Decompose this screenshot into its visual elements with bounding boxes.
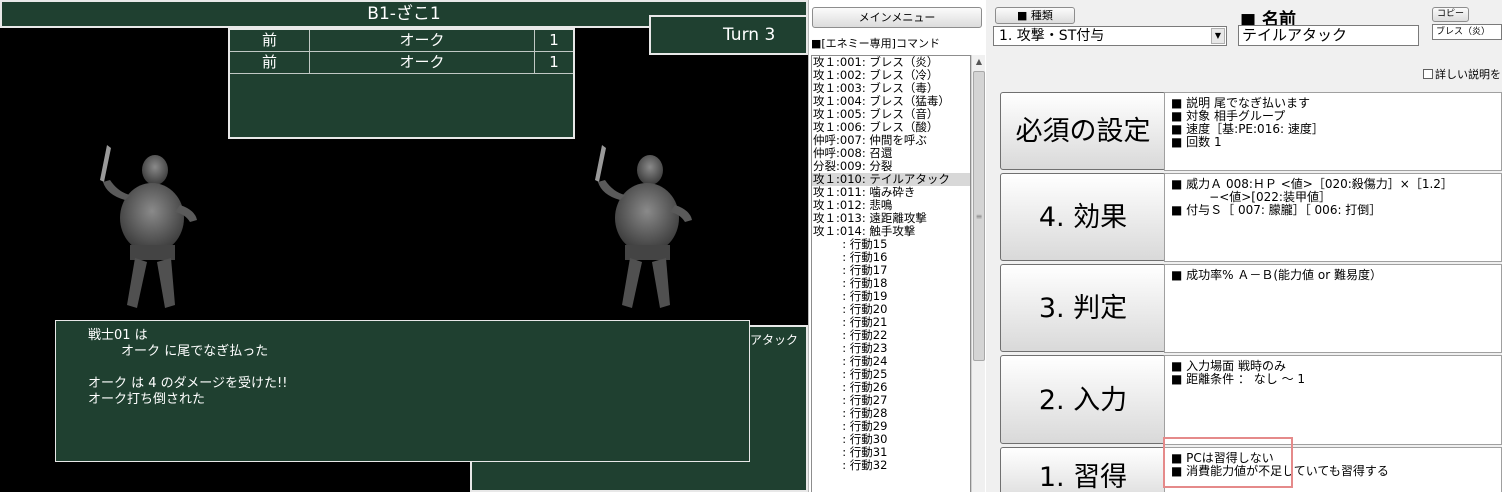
enemy-count: 1 <box>549 53 559 71</box>
message-line: 戦士01 は <box>88 328 148 343</box>
name-input[interactable]: テイルアタック <box>1238 25 1419 46</box>
command-listbox[interactable]: 攻１:001: ブレス（炎） 攻１:002: ブレス（冷） 攻１:003: ブレス（… <box>811 55 971 492</box>
input-button[interactable]: 2. 入力 <box>1000 355 1166 444</box>
section-detail-panel[interactable]: ■ 成功率% Ａ－Ｂ(能力値 or 難易度） <box>1164 264 1502 353</box>
scroll-thumb[interactable]: ≡ <box>973 71 985 361</box>
scroll-up-icon[interactable]: ▲ <box>972 55 986 69</box>
orc-sprite <box>595 145 692 308</box>
highlight-annotation <box>1163 437 1293 488</box>
detail-description-label: 詳しい説明を <box>1435 68 1501 81</box>
message-line: オーク打ち倒された <box>88 392 206 407</box>
enemy-row: 前 オーク 1 <box>230 30 573 52</box>
checkbox-icon[interactable] <box>1423 69 1433 79</box>
copy-button[interactable]: コピー <box>1432 7 1469 22</box>
enemy-count: 1 <box>549 31 559 49</box>
section-detail-panel[interactable]: ■ 威力Ａ 008:ＨＰ <値>［020:殺傷力］×［1.2］ −<値>[022… <box>1164 173 1502 262</box>
section-detail-line: ■ 成功率% Ａ－Ｂ(能力値 or 難易度） <box>1171 268 1382 282</box>
effect-button[interactable]: 4. 効果 <box>1000 173 1166 261</box>
kind-button[interactable]: ■ 種類 <box>995 7 1075 24</box>
enemy-position: 前 <box>230 30 310 51</box>
battle-message-window: 戦士01 は オーク に尾でなぎ払った オーク は 4 のダメージを受けた!! … <box>55 320 750 462</box>
message-line <box>88 360 749 376</box>
section-detail-panel[interactable]: ■ 入力場面 戦時のみ ■ 距離条件 ： なし ～ 1 <box>1164 355 1502 445</box>
enemy-position: 前 <box>230 52 310 73</box>
enemy-name: オーク <box>310 30 535 51</box>
section-detail-line: ■ 付与Ｓ［ 007: 朦朧］［ 006: 打倒］ <box>1171 203 1382 217</box>
command-list-caption: ■[エネミー専用]コマンド <box>811 37 940 50</box>
orc-sprite <box>100 145 197 308</box>
message-line: オーク に尾でなぎ払った <box>88 344 269 359</box>
section-detail-line: ■ 回数 1 <box>1171 135 1222 149</box>
battle-screen: B1-ざこ1 前 オーク 1 前 オーク 1 Turn 3 ルアタック 戦士01… <box>0 0 808 492</box>
message-line: オーク は 4 のダメージを受けた!! <box>88 376 288 391</box>
copy-source-select[interactable]: ブレス（炎） <box>1432 24 1502 40</box>
enemy-row: 前 オーク 1 <box>230 52 573 74</box>
section-detail-line: ■ 距離条件 ： なし ～ 1 <box>1171 372 1306 386</box>
chevron-down-icon[interactable]: ▼ <box>1211 28 1225 44</box>
learning-button[interactable]: 1. 習得 <box>1000 447 1166 492</box>
enemy-name: オーク <box>310 52 535 73</box>
command-editor: ■ 種類 1. 攻撃・ST付与 ▼ ■ 名前 テイルアタック コピー ブレス（炎… <box>986 0 1502 492</box>
judgement-button[interactable]: 3. 判定 <box>1000 264 1166 352</box>
command-list-scrollbar[interactable]: ▲ ≡ <box>971 55 985 492</box>
turn-counter: Turn 3 <box>649 15 808 55</box>
kind-select-value: 1. 攻撃・ST付与 <box>999 28 1105 44</box>
main-menu-button[interactable]: メインメニュー <box>812 7 982 28</box>
detail-description-checkbox[interactable]: 詳しい説明を <box>1423 66 1501 82</box>
kind-select[interactable]: 1. 攻撃・ST付与 ▼ <box>993 26 1227 46</box>
required-settings-button[interactable]: 必須の設定 <box>1000 92 1166 170</box>
section-detail-panel[interactable]: ■ 説明 尾でなぎ払います ■ 対象 相手グループ ■ 速度［基:PE:016: 速… <box>1164 92 1502 171</box>
enemy-list-panel: 前 オーク 1 前 オーク 1 <box>228 28 575 139</box>
command-list-pane: メインメニュー ■[エネミー専用]コマンド 攻１:001: ブレス（炎） 攻１:0… <box>808 0 986 492</box>
command-list-item[interactable]: : 行動32 <box>812 459 970 472</box>
